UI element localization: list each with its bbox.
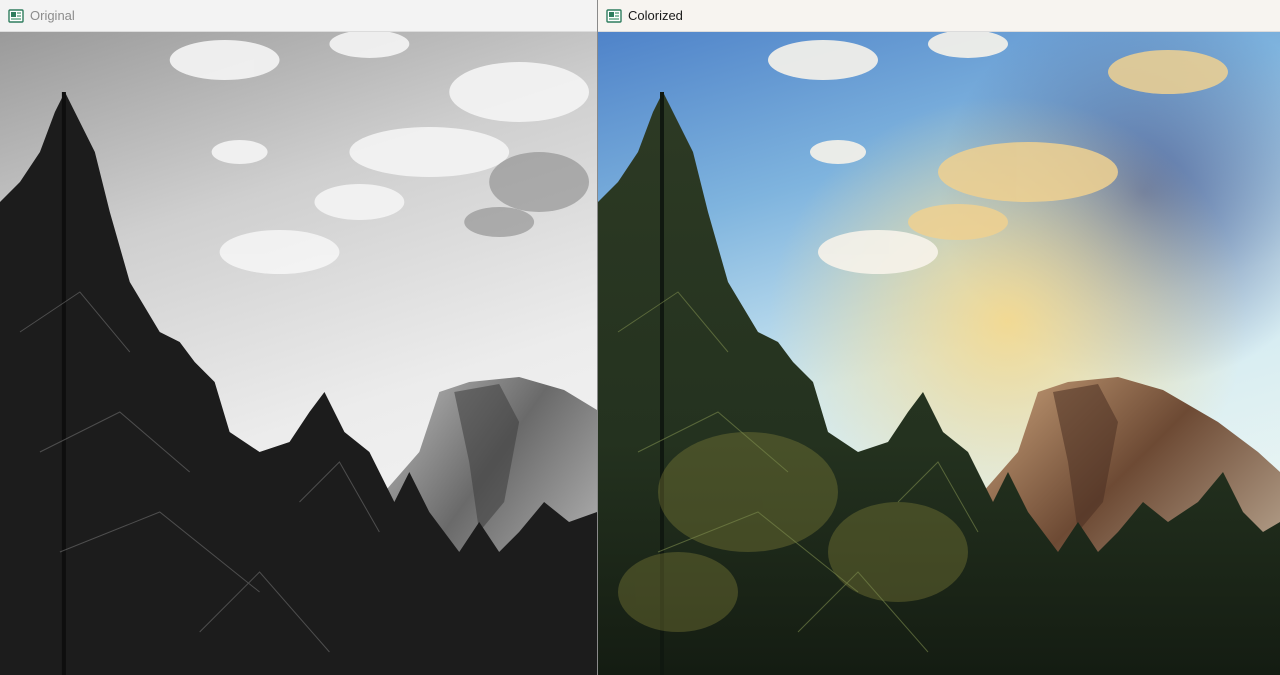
opencv-window-icon (8, 8, 24, 23)
colorized-image (598, 32, 1280, 675)
original-window-title: Original (30, 8, 75, 23)
colorized-window-title: Colorized (628, 8, 683, 23)
original-window: Original (0, 0, 598, 675)
colorized-window: Colorized (598, 0, 1280, 675)
opencv-window-icon (606, 8, 622, 23)
original-image (0, 32, 597, 675)
colorized-titlebar[interactable]: Colorized (598, 0, 1280, 32)
original-titlebar[interactable]: Original (0, 0, 597, 32)
